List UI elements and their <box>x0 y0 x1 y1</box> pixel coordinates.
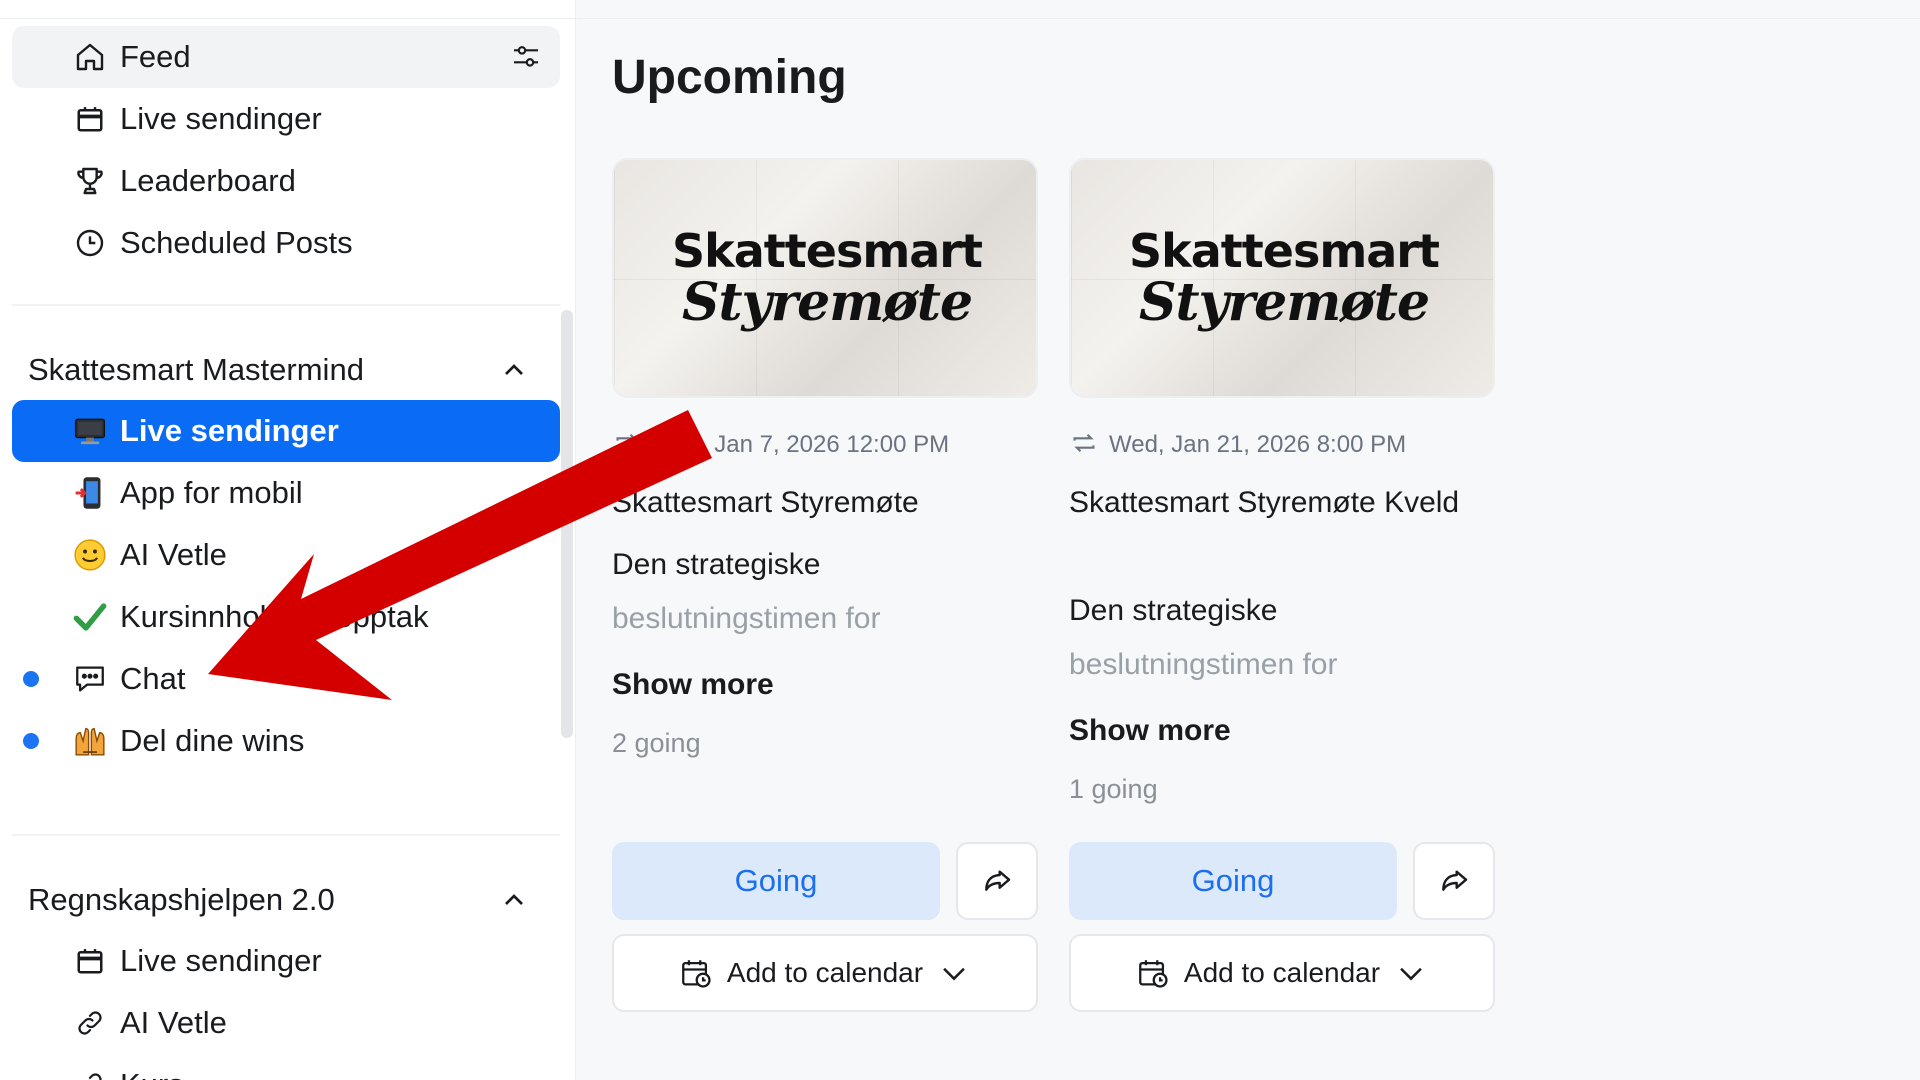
going-button[interactable]: Going <box>1069 842 1397 920</box>
nav-live-sendinger[interactable]: Live sendinger <box>12 88 560 150</box>
nav-live-sendinger-mastermind-label: Live sendinger <box>120 413 339 448</box>
home-icon <box>70 37 110 77</box>
nav-leaderboard[interactable]: Leaderboard <box>12 150 560 212</box>
filter-settings-icon[interactable] <box>510 41 542 73</box>
nav-live-sendinger-mastermind[interactable]: Live sendinger <box>12 400 560 462</box>
page-title: Upcoming <box>612 51 847 104</box>
event-description-faded: beslutningstimen for <box>612 602 881 635</box>
add-to-calendar-button[interactable]: Add to calendar <box>612 934 1038 1012</box>
mobile-phone-arrow-icon <box>70 473 110 513</box>
calendar-clock-icon <box>682 960 711 988</box>
event-date-row: Wed, Jan 21, 2026 8:00 PM <box>1069 430 1406 459</box>
nav-scheduled-posts-label: Scheduled Posts <box>120 225 353 260</box>
nav-del-dine-wins-label: Del dine wins <box>120 723 305 758</box>
chevron-up-icon[interactable] <box>498 884 530 916</box>
repeat-icon <box>612 430 642 456</box>
event-description-faded: beslutningstimen for <box>1069 648 1338 681</box>
event-description: Den strategiske <box>612 548 821 581</box>
thumbnail-title-line1: Skattesmart <box>672 224 983 278</box>
chevron-down-icon <box>943 967 965 981</box>
share-arrow-icon <box>985 870 1011 891</box>
share-button[interactable] <box>956 842 1038 920</box>
repeat-icon <box>1069 430 1099 456</box>
nav-del-dine-wins[interactable]: Del dine wins <box>12 710 560 772</box>
event-date-row: Wed, Jan 7, 2026 12:00 PM <box>612 430 949 459</box>
event-title[interactable]: Skattesmart Styremøte <box>612 480 1038 526</box>
going-count: 2 going <box>612 728 701 758</box>
divider <box>0 18 575 19</box>
share-arrow-icon <box>1442 870 1468 891</box>
nav-ai-vetle-label: AI Vetle <box>120 537 227 572</box>
nav-live-sendinger-regnskap[interactable]: Live sendinger <box>12 930 560 992</box>
add-to-calendar-button[interactable]: Add to calendar <box>1069 934 1495 1012</box>
add-to-calendar-label: Add to calendar <box>1183 957 1381 988</box>
nav-kursinnhold-label: Kursinnhold og opptak <box>120 599 429 634</box>
sidebar: Feed Live sendinger Leaderboard Schedule… <box>0 0 576 1080</box>
thumbnail-title-line2: Styremøte <box>1138 272 1430 333</box>
divider <box>12 304 560 306</box>
nav-leaderboard-label: Leaderboard <box>120 163 296 198</box>
trophy-icon <box>70 161 110 201</box>
chevron-up-icon[interactable] <box>498 354 530 386</box>
group-title-regnskapshjelpen[interactable]: Regnskapshjelpen 2.0 <box>28 882 335 918</box>
nav-app-for-mobil[interactable]: App for mobil <box>12 462 560 524</box>
chat-icon <box>70 659 110 699</box>
event-date: Wed, Jan 7, 2026 12:00 PM <box>652 431 950 458</box>
link-icon <box>70 1003 110 1043</box>
nav-feed[interactable]: Feed <box>12 26 560 88</box>
desktop-computer-icon <box>70 411 110 451</box>
calendar-icon <box>70 99 110 139</box>
nav-kursinnhold[interactable]: Kursinnhold og opptak <box>12 586 560 648</box>
nav-ai-vetle[interactable]: AI Vetle <box>12 524 560 586</box>
chevron-down-icon <box>1400 967 1422 981</box>
divider <box>577 18 1920 19</box>
clock-icon <box>70 223 110 263</box>
nav-live-sendinger-label: Live sendinger <box>120 101 322 136</box>
check-mark-icon <box>70 597 110 637</box>
event-description: Den strategiske <box>1069 594 1278 627</box>
nav-feed-label: Feed <box>120 39 191 74</box>
smiley-face-icon <box>70 535 110 575</box>
show-more-link[interactable]: Show more <box>612 668 774 702</box>
nav-live-sendinger-regnskap-label: Live sendinger <box>120 943 322 978</box>
calendar-clock-icon <box>1139 960 1168 988</box>
event-title[interactable]: Skattesmart Styremøte Kveld <box>1069 480 1495 526</box>
event-date: Wed, Jan 21, 2026 8:00 PM <box>1109 431 1407 458</box>
nav-kurs-link-label: Kurs <box>120 1067 184 1080</box>
group-title-skattesmart-mastermind[interactable]: Skattesmart Mastermind <box>28 352 364 388</box>
event-thumbnail[interactable]: Skattesmart Styremøte <box>612 158 1038 398</box>
nav-app-for-mobil-label: App for mobil <box>120 475 303 510</box>
divider <box>12 834 560 836</box>
nav-kurs-link[interactable]: Kurs <box>12 1054 560 1080</box>
show-more-link[interactable]: Show more <box>1069 714 1231 748</box>
share-button[interactable] <box>1413 842 1495 920</box>
nav-ai-vetle-link[interactable]: AI Vetle <box>12 992 560 1054</box>
thumbnail-title-line1: Skattesmart <box>1129 224 1440 278</box>
going-count: 1 going <box>1069 774 1158 804</box>
nav-scheduled-posts[interactable]: Scheduled Posts <box>12 212 560 274</box>
nav-ai-vetle-link-label: AI Vetle <box>120 1005 227 1040</box>
link-icon <box>70 1065 110 1080</box>
raised-hands-icon <box>70 721 110 761</box>
thumbnail-title-line2: Styremøte <box>681 272 973 333</box>
nav-chat[interactable]: Chat <box>12 648 560 710</box>
calendar-icon <box>70 941 110 981</box>
add-to-calendar-label: Add to calendar <box>726 957 924 988</box>
sidebar-scrollbar[interactable] <box>561 310 573 738</box>
nav-chat-label: Chat <box>120 661 186 696</box>
event-thumbnail[interactable]: Skattesmart Styremøte <box>1069 158 1495 398</box>
going-button[interactable]: Going <box>612 842 940 920</box>
